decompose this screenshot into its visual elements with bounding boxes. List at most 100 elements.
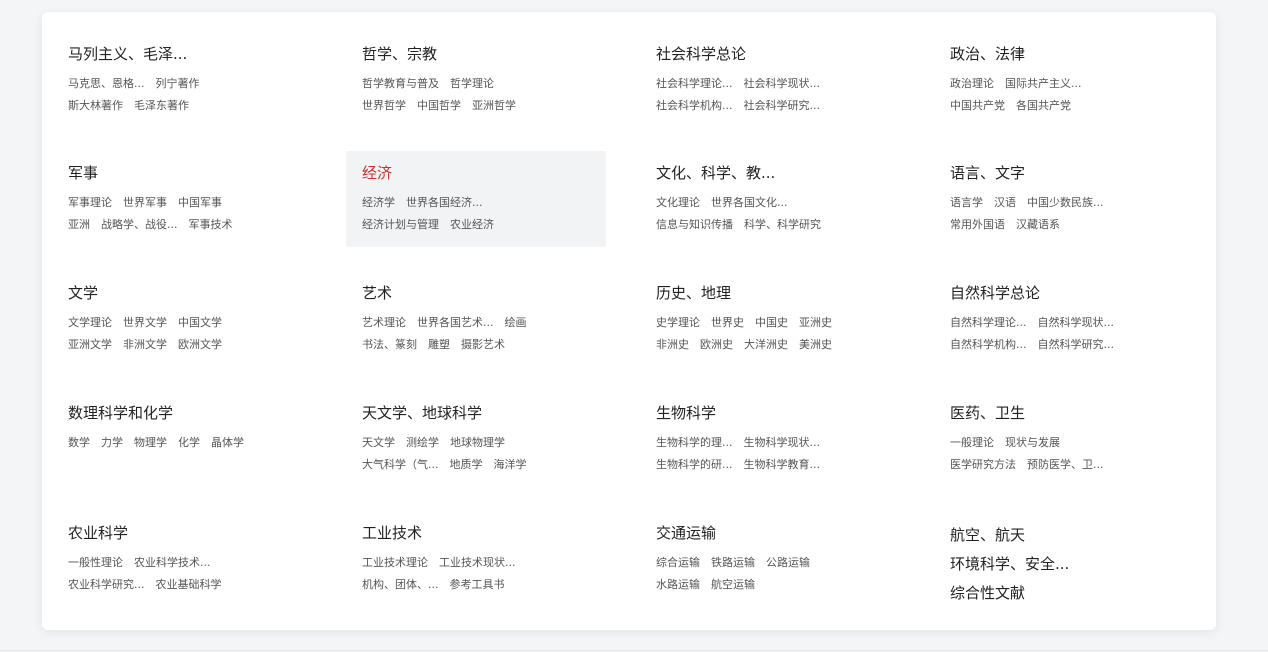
category-card[interactable]: 哲学、宗教 哲学教育与普及 哲学理论 世界哲学 中国哲学 亚洲哲学	[346, 32, 606, 128]
subcategory-link[interactable]: 天文学	[362, 436, 395, 449]
category-title[interactable]: 艺术	[362, 283, 590, 303]
subcategory-link[interactable]: 力学	[101, 436, 123, 449]
category-card[interactable]: 自然科学总论自然科学理论... 自然科学现状... 自然科学机构... 自然科学研究.…	[934, 271, 1194, 367]
category-card[interactable]: 军事 军事理论 世界军事 中国军事 亚洲 战略学、战役... 军事技术	[52, 151, 312, 247]
subcategory-link[interactable]: 地球物理学	[450, 436, 505, 449]
category-card[interactable]: 历史、地理 史学理论 世界史 中国史 亚洲史 非洲史 欧洲史 大洋洲史 美洲史	[640, 271, 900, 367]
subcategory-link[interactable]: 经济计划与管理	[362, 218, 439, 231]
category-title[interactable]: 政治、法律	[950, 44, 1178, 64]
category-card[interactable]: 交通运输 综合运输 铁路运输 公路运输 水路运输 航空运输	[640, 511, 900, 607]
subcategory-link[interactable]: 世界文学	[123, 316, 167, 329]
subcategory-link[interactable]: 自然科学理论...	[950, 316, 1027, 329]
subcategory-link[interactable]: 物理学	[134, 436, 167, 449]
subcategory-link[interactable]: 大气科学（气...	[362, 458, 439, 471]
category-card[interactable]: 农业科学 一般性理论 农业科学技术... 农业科学研究... 农业基础科学	[52, 511, 312, 607]
category-title[interactable]: 数理科学和化学	[68, 403, 296, 423]
subcategory-link[interactable]: 生物科学的理...	[656, 436, 733, 449]
subcategory-link[interactable]: 文化理论	[656, 196, 700, 209]
subcategory-link[interactable]: 化学	[178, 436, 200, 449]
subcategory-link[interactable]: 一般性理论	[68, 556, 123, 569]
category-card[interactable]: 马列主义、毛泽... 马克思、恩格... 列宁著作 斯大林著作 毛泽东著作	[52, 32, 312, 128]
category-card[interactable]: 文学 文学理论 世界文学 中国文学 亚洲文学 非洲文学 欧洲文学	[52, 271, 312, 367]
subcategory-link[interactable]: 生物科学现状...	[744, 436, 821, 449]
subcategory-link[interactable]: 铁路运输	[711, 556, 755, 569]
category-title[interactable]: 社会科学总论	[656, 44, 884, 64]
category-card[interactable]: 生物科学生物科学的理... 生物科学现状... 生物科学的研... 生物科学教育...	[640, 391, 900, 487]
category-card[interactable]: 政治、法律 政治理论 国际共产主义... 中国共产党 各国共产党	[934, 32, 1194, 128]
subcategory-link[interactable]: 生物科学的研...	[656, 458, 733, 471]
category-card[interactable]: 艺术 艺术理论 世界各国艺术... 绘画 书法、篆刻 雕塑 摄影艺术	[346, 271, 606, 367]
subcategory-link[interactable]: 世界各国经济...	[406, 196, 483, 209]
category-card[interactable]: 社会科学总论社会科学理论... 社会科学现状... 社会科学机构... 社会科学研究.…	[640, 32, 900, 128]
category-title[interactable]: 哲学、宗教	[362, 44, 590, 64]
subcategory-link[interactable]: 欧洲文学	[178, 338, 222, 351]
subcategory-link[interactable]: 各国共产党	[1016, 99, 1071, 112]
subcategory-link[interactable]: 社会科学理论...	[656, 77, 733, 90]
subcategory-link[interactable]: 地质学	[450, 458, 483, 471]
subcategory-link[interactable]: 政治理论	[950, 77, 994, 90]
subcategory-link[interactable]: 中国史	[755, 316, 788, 329]
subcategory-link[interactable]: 科学、科学研究	[744, 218, 821, 231]
category-card[interactable]: 经济 经济学 世界各国经济... 经济计划与管理 农业经济	[346, 151, 606, 247]
subcategory-link[interactable]: 农业科学技术...	[134, 556, 211, 569]
subcategory-link[interactable]: 雕塑	[428, 338, 450, 351]
subcategory-link[interactable]: 军事理论	[68, 196, 112, 209]
subcategory-link[interactable]: 生物科学教育...	[744, 458, 821, 471]
subcategory-link[interactable]: 中国共产党	[950, 99, 1005, 112]
category-title[interactable]: 农业科学	[68, 523, 296, 543]
category-title-general[interactable]: 综合性文献	[950, 583, 1178, 603]
category-title[interactable]: 马列主义、毛泽...	[68, 44, 296, 64]
subcategory-link[interactable]: 农业科学研究...	[68, 578, 145, 591]
subcategory-link[interactable]: 经济学	[362, 196, 395, 209]
subcategory-link[interactable]: 非洲文学	[123, 338, 167, 351]
subcategory-link[interactable]: 世界各国艺术...	[417, 316, 494, 329]
subcategory-link[interactable]: 现状与发展	[1005, 436, 1060, 449]
subcategory-link[interactable]: 亚洲史	[799, 316, 832, 329]
category-card[interactable]: 语言、文字 语言学 汉语 中国少数民族... 常用外国语 汉藏语系	[934, 151, 1194, 247]
subcategory-link[interactable]: 社会科学现状...	[744, 77, 821, 90]
category-title-aerospace[interactable]: 航空、航天	[950, 525, 1178, 545]
category-card[interactable]: 文化、科学、教... 文化理论 世界各国文化... 信息与知识传播 科学、科学研究	[640, 151, 900, 247]
subcategory-link[interactable]: 语言学	[950, 196, 983, 209]
subcategory-link[interactable]: 哲学教育与普及	[362, 77, 439, 90]
subcategory-link[interactable]: 机构、团体、...	[362, 578, 439, 591]
subcategory-link[interactable]: 晶体学	[211, 436, 244, 449]
subcategory-link[interactable]: 世界各国文化...	[711, 196, 788, 209]
subcategory-link[interactable]: 书法、篆刻	[362, 338, 417, 351]
subcategory-link[interactable]: 中国文学	[178, 316, 222, 329]
subcategory-link[interactable]: 预防医学、卫...	[1027, 458, 1104, 471]
subcategory-link[interactable]: 参考工具书	[450, 578, 505, 591]
category-title[interactable]: 交通运输	[656, 523, 884, 543]
subcategory-link[interactable]: 工业技术理论	[362, 556, 428, 569]
category-title[interactable]: 生物科学	[656, 403, 884, 423]
subcategory-link[interactable]: 社会科学研究...	[744, 99, 821, 112]
category-title[interactable]: 经济	[362, 163, 590, 183]
subcategory-link[interactable]: 自然科学现状...	[1038, 316, 1115, 329]
subcategory-link[interactable]: 水路运输	[656, 578, 700, 591]
subcategory-link[interactable]: 马克思、恩格...	[68, 77, 145, 90]
subcategory-link[interactable]: 汉藏语系	[1016, 218, 1060, 231]
subcategory-link[interactable]: 医学研究方法	[950, 458, 1016, 471]
subcategory-link[interactable]: 公路运输	[766, 556, 810, 569]
subcategory-link[interactable]: 航空运输	[711, 578, 755, 591]
category-title[interactable]: 工业技术	[362, 523, 590, 543]
category-title[interactable]: 文学	[68, 283, 296, 303]
subcategory-link[interactable]: 数学	[68, 436, 90, 449]
subcategory-link[interactable]: 海洋学	[494, 458, 527, 471]
subcategory-link[interactable]: 中国哲学	[417, 99, 461, 112]
subcategory-link[interactable]: 自然科学机构...	[950, 338, 1027, 351]
category-card[interactable]: 天文学、地球科学 天文学 测绘学 地球物理学 大气科学（气... 地质学 海洋学	[346, 391, 606, 487]
subcategory-link[interactable]: 美洲史	[799, 338, 832, 351]
subcategory-link[interactable]: 亚洲哲学	[472, 99, 516, 112]
category-title[interactable]: 自然科学总论	[950, 283, 1178, 303]
subcategory-link[interactable]: 自然科学研究...	[1038, 338, 1115, 351]
subcategory-link[interactable]: 摄影艺术	[461, 338, 505, 351]
subcategory-link[interactable]: 亚洲文学	[68, 338, 112, 351]
subcategory-link[interactable]: 中国军事	[178, 196, 222, 209]
category-title-environment[interactable]: 环境科学、安全...	[950, 554, 1178, 574]
subcategory-link[interactable]: 社会科学机构...	[656, 99, 733, 112]
subcategory-link[interactable]: 常用外国语	[950, 218, 1005, 231]
subcategory-link[interactable]: 艺术理论	[362, 316, 406, 329]
subcategory-link[interactable]: 世界军事	[123, 196, 167, 209]
category-title[interactable]: 天文学、地球科学	[362, 403, 590, 423]
